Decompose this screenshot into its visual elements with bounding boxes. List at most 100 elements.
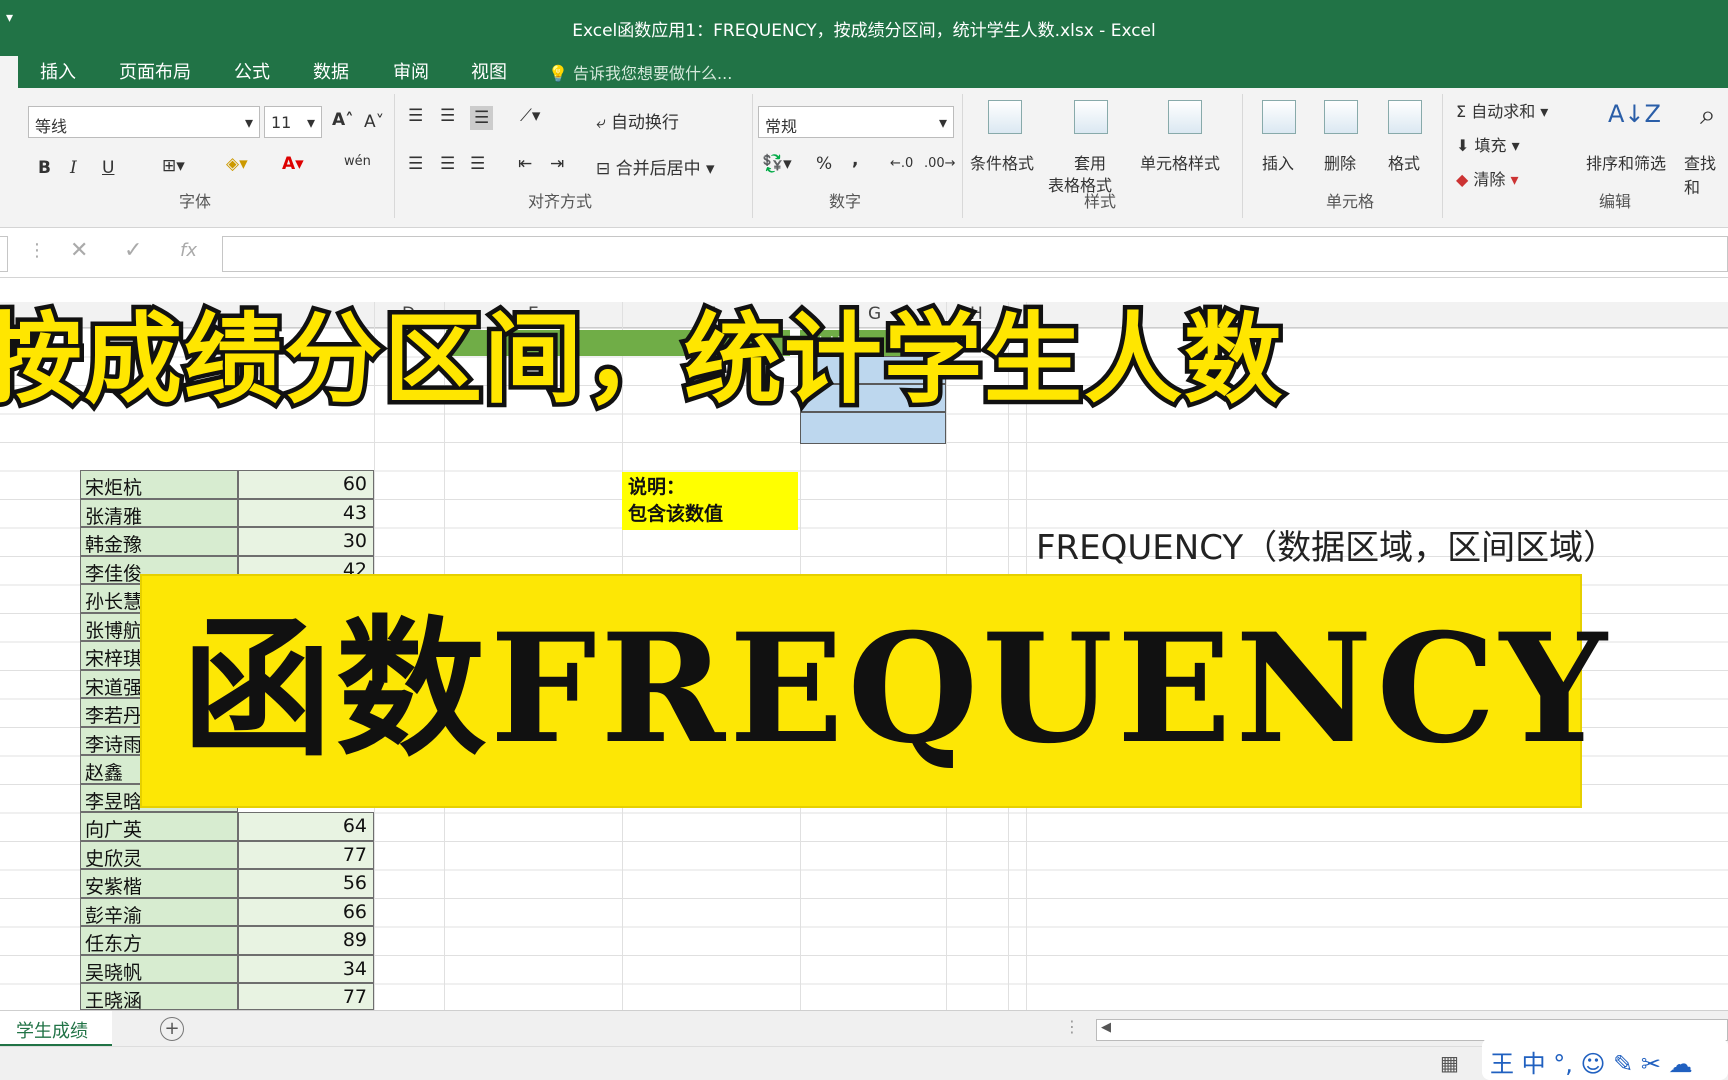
tab-split-handle[interactable]: ⋮ — [1064, 1017, 1080, 1036]
add-sheet-icon[interactable]: + — [160, 1017, 184, 1041]
name-cell[interactable]: 韩金豫 — [80, 527, 238, 556]
formula-bar: ⋮ ✕ ✓ fx — [0, 228, 1728, 278]
name-cell[interactable]: 彭辛渝 — [80, 897, 238, 927]
shrink-font-icon[interactable]: A˅ — [364, 112, 384, 132]
format-cells-label[interactable]: 格式 — [1388, 150, 1420, 174]
comma-button[interactable]: , — [852, 150, 858, 170]
fill-color-icon[interactable]: ◈▾ — [226, 154, 248, 174]
increase-indent-icon[interactable]: ⇥ — [550, 154, 564, 174]
ribbon-tabs: 插入 页面布局 公式 数据 审阅 视图 💡 告诉我您想要做什么... — [0, 52, 1728, 90]
grow-font-icon[interactable]: A˄ — [332, 110, 354, 130]
score-cell[interactable]: 34 — [238, 954, 374, 983]
align-center-icon[interactable]: ☰ — [440, 154, 455, 174]
decrease-indent-icon[interactable]: ⇤ — [518, 154, 532, 174]
number-format-value: 常规 — [765, 117, 798, 136]
merge-center-button[interactable]: ⊟ 合并后居中 ▾ — [596, 154, 715, 179]
score-cell[interactable]: 77 — [238, 983, 374, 1010]
name-cell[interactable]: 史欣灵 — [80, 840, 238, 870]
autosum-button[interactable]: Σ 自动求和 ▾ — [1456, 98, 1548, 122]
cancel-icon[interactable]: ✕ — [70, 238, 88, 263]
score-cell[interactable]: 66 — [238, 897, 374, 926]
tab-page-layout[interactable]: 页面布局 — [119, 58, 191, 84]
formula-input[interactable] — [222, 236, 1728, 272]
number-format-dropdown[interactable]: 常规 ▾ — [758, 106, 954, 138]
normal-view-icon[interactable]: ▦ — [1440, 1051, 1459, 1075]
styles-group-label: 样式 — [1083, 192, 1116, 211]
clear-button[interactable]: ◆ 清除 ▾ — [1456, 166, 1519, 190]
align-right-icon[interactable]: ☰ — [470, 154, 485, 174]
divider — [1242, 94, 1243, 218]
name-cell[interactable]: 张清雅 — [80, 498, 238, 528]
overlay-title: 按成绩分区间，统计学生人数 — [0, 299, 1287, 422]
borders-icon[interactable]: ⊞▾ — [162, 156, 185, 176]
bold-button[interactable]: B — [38, 158, 51, 178]
currency-icon[interactable]: 💱▾ — [762, 154, 792, 174]
table-format-label-1[interactable]: 套用 — [1074, 150, 1106, 174]
delete-cells-label[interactable]: 删除 — [1324, 150, 1356, 174]
score-cell[interactable]: 89 — [238, 926, 374, 955]
align-top-icon[interactable]: ☰ — [408, 106, 423, 126]
tab-data[interactable]: 数据 — [313, 58, 349, 84]
editing-group-label: 编辑 — [1598, 192, 1631, 211]
font-name-dropdown[interactable]: 等线 ▾ — [28, 106, 260, 138]
phonetic-icon[interactable]: wén — [344, 154, 371, 169]
autosum-label: 自动求和 — [1471, 102, 1536, 121]
tab-insert[interactable]: 插入 — [40, 58, 76, 84]
insert-cells-label[interactable]: 插入 — [1262, 150, 1294, 174]
font-color-icon[interactable]: A▾ — [282, 154, 304, 174]
italic-button[interactable]: I — [70, 158, 77, 178]
align-left-icon[interactable]: ☰ — [408, 154, 423, 174]
increase-decimal-icon[interactable]: ←.0 — [890, 156, 913, 171]
insert-cells-icon[interactable] — [1262, 100, 1296, 134]
window-title: Excel函数应用1：FREQUENCY，按成绩分区间，统计学生人数.xlsx … — [572, 21, 1156, 41]
tab-review[interactable]: 审阅 — [393, 58, 429, 84]
name-box[interactable] — [0, 236, 8, 272]
scroll-left-icon[interactable]: ◀ — [1101, 1020, 1111, 1035]
divider — [1442, 94, 1443, 218]
sheet-tab-students[interactable]: 学生成绩 — [0, 1011, 112, 1047]
wrap-text-button[interactable]: ⤶ 自动换行 — [596, 108, 679, 133]
name-cell[interactable]: 王晓涵 — [80, 983, 238, 1012]
tab-formulas[interactable]: 公式 — [234, 58, 270, 84]
name-cell[interactable]: 宋炬杭 — [80, 470, 238, 499]
name-cell[interactable]: 任东方 — [80, 926, 238, 955]
ime-toolbar[interactable]: 王 中 °, ☺ ✎ ✂ ☁ — [1482, 1038, 1728, 1080]
note-cell[interactable]: 说明： 包含该数值 — [622, 472, 798, 530]
format-cells-icon[interactable] — [1388, 100, 1422, 134]
sort-filter-icon[interactable]: A↓Z — [1608, 100, 1661, 128]
name-cell[interactable]: 安紫楷 — [80, 869, 238, 898]
sort-filter-label[interactable]: 排序和筛选 — [1586, 150, 1666, 174]
find-select-label[interactable]: 查找和 — [1684, 150, 1728, 198]
font-name-value: 等线 — [35, 117, 68, 136]
underline-button[interactable]: U — [102, 158, 114, 178]
tab-view[interactable]: 视图 — [471, 58, 507, 84]
conditional-format-label[interactable]: 条件格式 — [970, 150, 1034, 174]
score-cell[interactable]: 30 — [238, 527, 374, 556]
align-bottom-icon[interactable]: ☰ — [470, 106, 494, 130]
table-format-icon[interactable] — [1074, 100, 1108, 134]
delete-cells-icon[interactable] — [1324, 100, 1358, 134]
insert-function-icon[interactable]: fx — [180, 240, 197, 261]
cell-style-label[interactable]: 单元格样式 — [1140, 150, 1220, 174]
score-cell[interactable]: 60 — [238, 470, 374, 499]
confirm-icon[interactable]: ✓ — [124, 238, 142, 263]
cell-style-icon[interactable] — [1168, 100, 1202, 134]
percent-button[interactable]: % — [816, 154, 832, 174]
score-cell[interactable]: 64 — [238, 812, 374, 841]
name-cell[interactable]: 吴晓帆 — [80, 954, 238, 984]
ribbon: 等线 ▾ 11 ▾ A˄ A˅ B I U ⊞▾ ◈▾ A▾ wén 字体 ☰ ☰ … — [0, 88, 1728, 228]
score-cell[interactable]: 77 — [238, 840, 374, 869]
tell-me-search[interactable]: 💡 告诉我您想要做什么... — [548, 60, 732, 84]
function-banner: 函数FREQUENCY — [142, 576, 1607, 806]
font-size-dropdown[interactable]: 11 ▾ — [264, 106, 322, 138]
conditional-format-icon[interactable] — [988, 100, 1022, 134]
score-cell[interactable]: 43 — [238, 498, 374, 527]
name-cell[interactable]: 向广英 — [80, 812, 238, 841]
banner-text: 函数FREQUENCY — [182, 601, 1611, 777]
align-middle-icon[interactable]: ☰ — [440, 106, 455, 126]
score-cell[interactable]: 56 — [238, 869, 374, 898]
find-select-icon[interactable]: ⌕ — [1700, 98, 1716, 132]
orientation-icon[interactable]: ⟋▾ — [520, 106, 540, 126]
decrease-decimal-icon[interactable]: .00→ — [924, 156, 956, 171]
fill-button[interactable]: ⬇ 填充 ▾ — [1456, 132, 1520, 156]
